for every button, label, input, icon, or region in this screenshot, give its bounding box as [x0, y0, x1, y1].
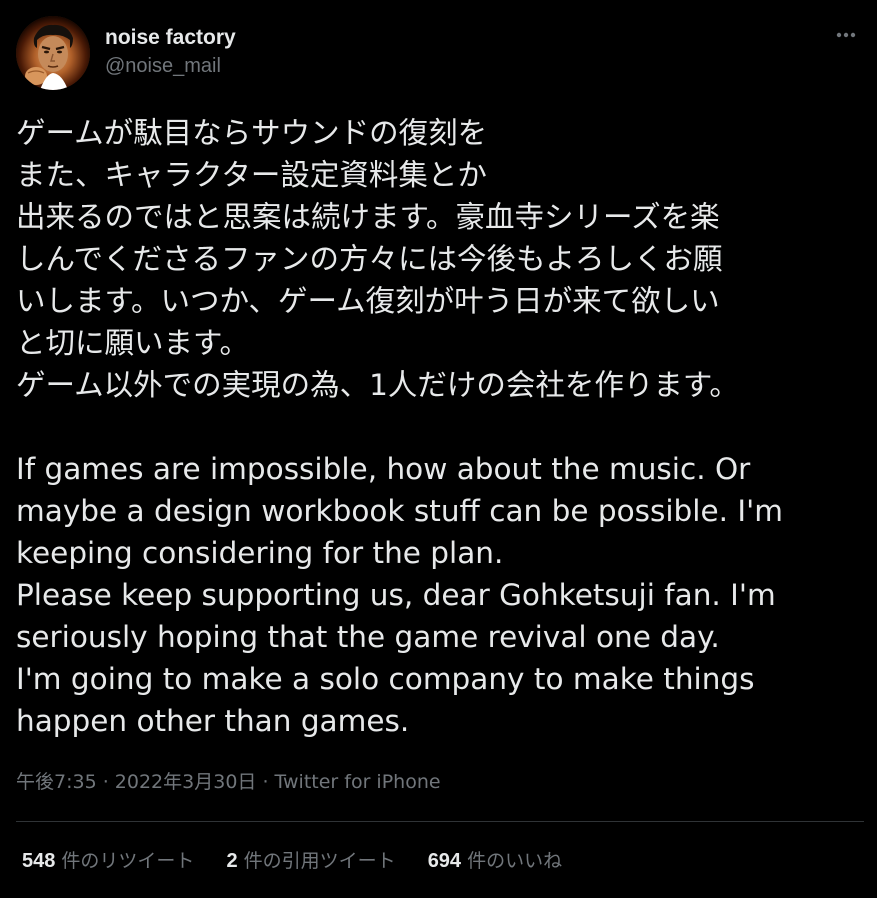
- tweet-text-line: If games are impossible, how about the m…: [16, 452, 751, 486]
- tweet-source-link[interactable]: Twitter for iPhone: [275, 771, 441, 793]
- tweet-timestamp-link[interactable]: 午後7:35 · 2022年3月30日: [16, 771, 256, 793]
- tweet-stats: 548 件のリツイート 2 件の引用ツイート 694 件のいいね: [22, 846, 588, 876]
- quotes-stat[interactable]: 2 件の引用ツイート: [226, 846, 395, 876]
- tweet-text-line: ゲーム以外での実現の為、1人だけの会社を作ります。: [16, 368, 739, 402]
- tweet: noise factory @noise_mail ゲームが駄目ならサウンドの復…: [0, 0, 877, 898]
- tweet-text-line: Please keep supporting us, dear Gohketsu…: [16, 578, 776, 612]
- tweet-text-line: I'm going to make a solo company to make…: [16, 662, 755, 696]
- tweet-text-line: keeping considering for the plan.: [16, 536, 504, 570]
- tweet-text-line: happen other than games.: [16, 704, 410, 738]
- user-handle[interactable]: @noise_mail: [105, 52, 236, 80]
- tweet-text-line: また、キャラクター設定資料集とか: [16, 158, 487, 192]
- tweet-time: 午後7:35: [16, 771, 97, 793]
- retweets-count: 548: [22, 850, 56, 872]
- likes-label: 件のいいね: [461, 850, 563, 872]
- likes-count: 694: [427, 850, 462, 872]
- avatar-image: [16, 16, 90, 90]
- avatar[interactable]: [16, 16, 90, 90]
- divider: [16, 821, 864, 822]
- tweet-text-line: seriously hoping that the game revival o…: [16, 620, 720, 654]
- tweet-meta: 午後7:35 · 2022年3月30日 · Twitter for iPhone: [16, 768, 441, 796]
- user-info: noise factory @noise_mail: [105, 24, 236, 80]
- quotes-label: 件の引用ツイート: [237, 850, 396, 872]
- tweet-text-line: しんでくださるファンの方々には今後もよろしくお願: [16, 242, 723, 276]
- tweet-text: ゲームが駄目ならサウンドの復刻を また、キャラクター設定資料集とか 出来るのでは…: [16, 112, 864, 742]
- more-options-button[interactable]: [831, 20, 861, 50]
- tweet-header: noise factory @noise_mail: [16, 16, 861, 92]
- tweet-date: 2022年3月30日: [114, 771, 257, 793]
- tweet-text-line: と切に願います。: [16, 326, 250, 360]
- meta-separator: ·: [96, 771, 115, 793]
- display-name[interactable]: noise factory: [105, 24, 236, 52]
- tweet-text-line: 出来るのではと思案は続けます。豪血寺シリーズを楽: [16, 200, 720, 234]
- tweet-text-line: ゲームが駄目ならサウンドの復刻を: [16, 116, 488, 150]
- quotes-count: 2: [226, 850, 238, 872]
- meta-separator: ·: [256, 771, 275, 793]
- retweets-stat[interactable]: 548 件のリツイート: [22, 846, 194, 876]
- likes-stat[interactable]: 694 件のいいね: [428, 846, 562, 876]
- more-horizontal-icon: [836, 32, 856, 38]
- tweet-text-line: いします。いつか、ゲーム復刻が叶う日が来て欲しい: [16, 284, 720, 318]
- retweets-label: 件のリツイート: [55, 850, 195, 872]
- tweet-text-line: maybe a design workbook stuff can be pos…: [16, 494, 783, 528]
